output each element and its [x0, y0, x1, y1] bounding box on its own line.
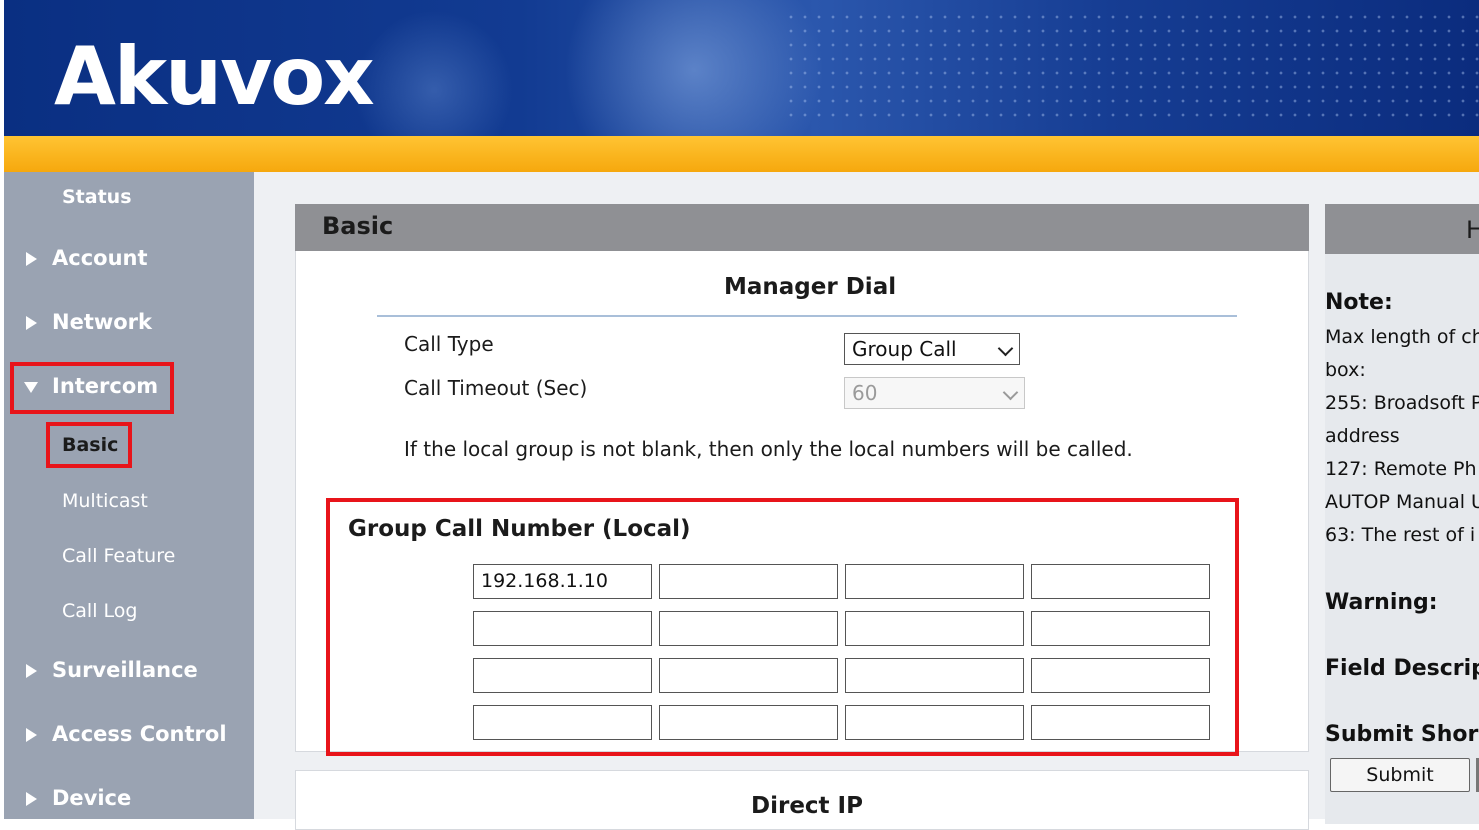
highlight-intercom — [10, 362, 174, 414]
call-type-label: Call Type — [404, 332, 494, 356]
sidebar-subitem-label: Call Log — [62, 600, 138, 622]
group-call-input[interactable]: 192.168.1.10 — [473, 564, 652, 599]
group-call-input[interactable] — [1031, 611, 1210, 646]
group-call-input[interactable] — [1031, 564, 1210, 599]
sidebar-item-label: Network — [52, 310, 153, 334]
header-glow-small — [354, 10, 514, 136]
help-line: 127: Remote Ph — [1325, 458, 1477, 480]
sidebar-item-label: Status — [62, 186, 132, 208]
help-line: box: — [1325, 359, 1366, 381]
call-timeout-select[interactable]: 60 — [844, 377, 1025, 409]
header-dot-pattern — [784, 10, 1479, 120]
local-group-note: If the local group is not blank, then on… — [404, 437, 1133, 461]
help-line: 255: Broadsoft P — [1325, 392, 1479, 414]
submit-button[interactable]: Submit — [1330, 758, 1470, 792]
call-type-select[interactable]: Group Call — [844, 333, 1020, 365]
sidebar-item-label: Account — [52, 246, 148, 270]
group-call-input[interactable] — [473, 705, 652, 740]
help-line: AUTOP Manual U — [1325, 491, 1479, 513]
group-call-input[interactable] — [845, 658, 1024, 693]
group-call-input[interactable] — [473, 611, 652, 646]
help-panel-title: H — [1466, 216, 1479, 244]
manager-dial-title: Manager Dial — [724, 274, 897, 300]
expand-arrow-icon — [26, 664, 37, 678]
submit-shortcut-title: Submit Shor — [1325, 722, 1479, 747]
note-title: Note: — [1325, 290, 1393, 315]
sidebar-subitem-label: Call Feature — [62, 545, 176, 567]
sidebar-item-label: Surveillance — [52, 658, 198, 682]
panel-header — [295, 204, 1309, 251]
group-call-input[interactable] — [1031, 658, 1210, 693]
group-call-input[interactable] — [845, 564, 1024, 599]
header-banner: Akuvox — [4, 0, 1479, 136]
group-call-input[interactable] — [659, 564, 838, 599]
group-call-input[interactable] — [845, 705, 1024, 740]
group-call-input[interactable] — [845, 611, 1024, 646]
chevron-down-icon — [997, 340, 1014, 357]
expand-arrow-icon — [26, 316, 37, 330]
page-title: Basic — [322, 212, 394, 240]
sidebar-subitem-label: Multicast — [62, 490, 148, 512]
highlight-basic — [46, 422, 132, 468]
warning-title: Warning: — [1325, 590, 1438, 615]
call-timeout-label: Call Timeout (Sec) — [404, 376, 588, 400]
expand-arrow-icon — [26, 728, 37, 742]
header-accent-stripe — [4, 136, 1479, 172]
group-call-title: Group Call Number (Local) — [348, 516, 691, 542]
sidebar-item-label: Device — [52, 786, 132, 810]
help-line: address — [1325, 425, 1400, 447]
direct-ip-title: Direct IP — [751, 793, 863, 819]
call-type-value: Group Call — [852, 337, 957, 361]
group-call-input[interactable] — [659, 658, 838, 693]
expand-arrow-icon — [26, 252, 37, 266]
group-call-input[interactable] — [1031, 705, 1210, 740]
field-description-title: Field Descrip — [1325, 656, 1479, 681]
chevron-down-icon — [1002, 384, 1019, 401]
group-call-input[interactable] — [473, 658, 652, 693]
group-call-input[interactable] — [659, 705, 838, 740]
sidebar: Status Account Network Intercom Basic Mu… — [4, 172, 254, 819]
section-divider — [377, 315, 1237, 317]
call-timeout-value: 60 — [852, 381, 878, 405]
akuvox-logo: Akuvox — [54, 30, 375, 123]
group-call-input[interactable] — [659, 611, 838, 646]
sidebar-item-label: Access Control — [52, 722, 227, 746]
help-line: Max length of ch — [1325, 326, 1479, 348]
help-line: 63: The rest of i — [1325, 524, 1476, 546]
expand-arrow-icon — [26, 792, 37, 806]
help-panel-header — [1325, 204, 1479, 254]
